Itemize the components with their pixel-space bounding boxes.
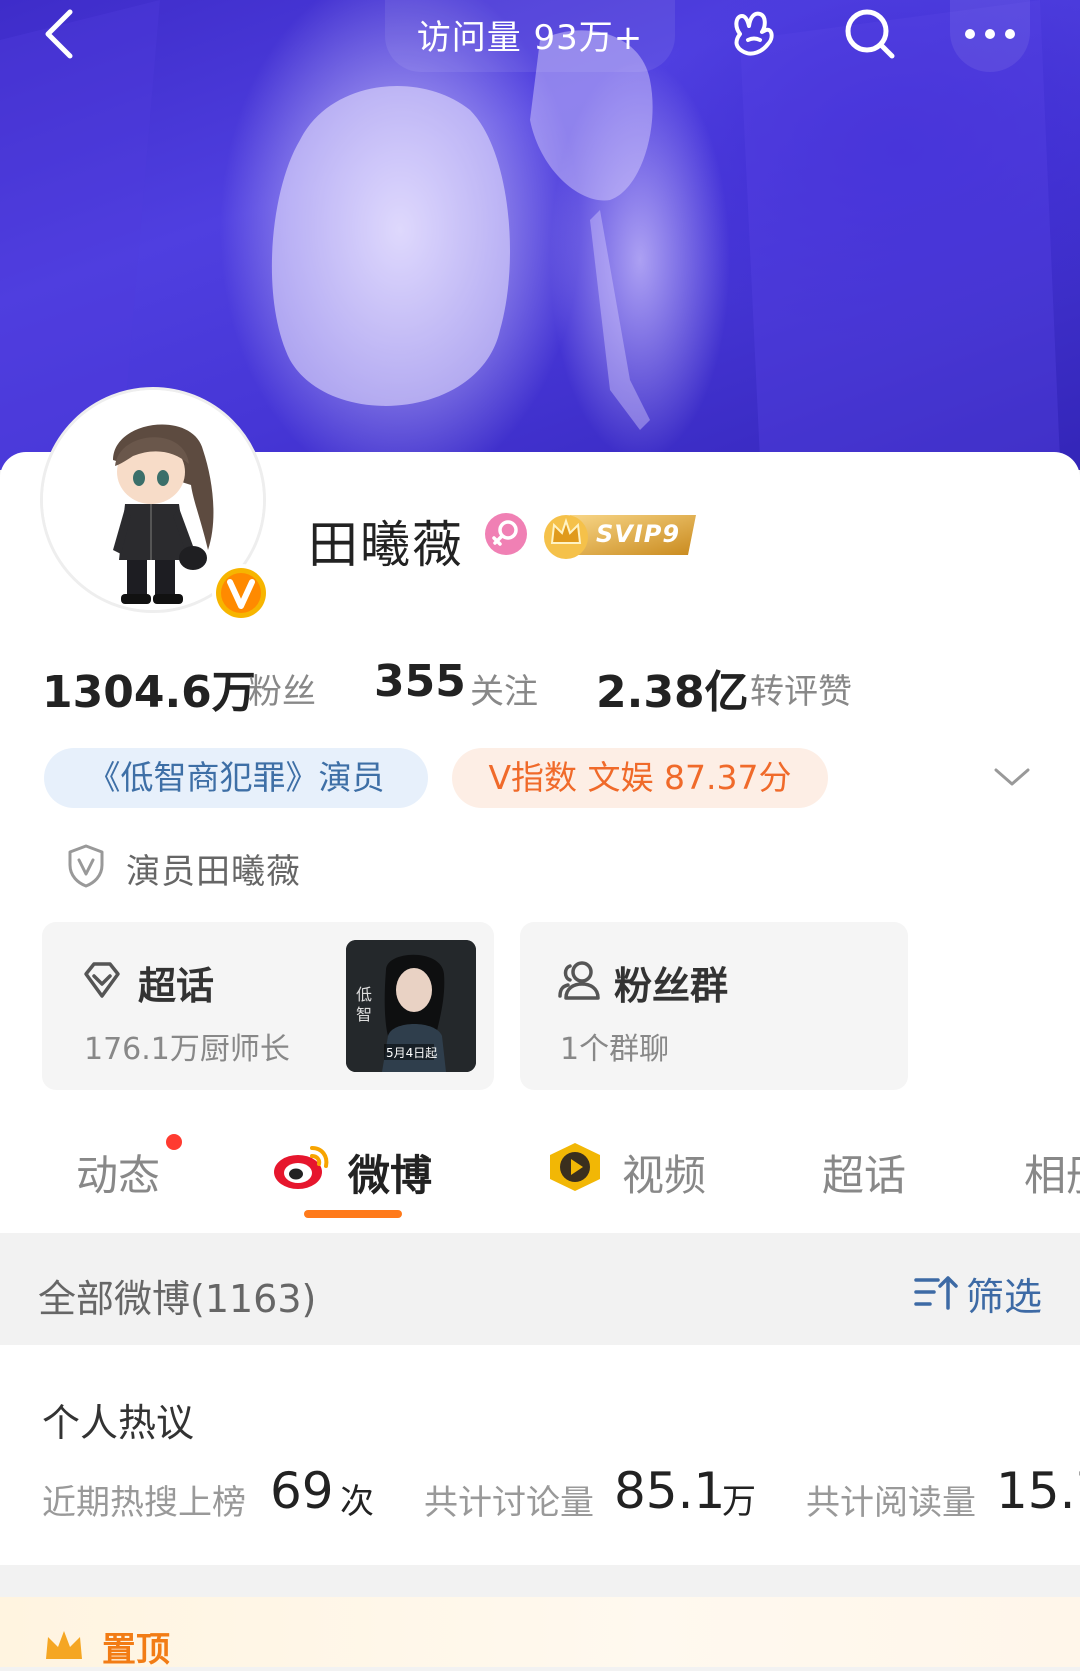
svg-text:智: 智 — [356, 1005, 372, 1024]
fans-group-icon — [558, 961, 600, 1000]
crown-pin-icon — [46, 1631, 82, 1659]
following-count[interactable]: 355 — [374, 656, 466, 707]
likes-count: 2.38亿 — [596, 667, 749, 718]
weibo-logo-icon — [274, 1146, 329, 1189]
pray-hand-icon[interactable] — [722, 4, 782, 64]
fans-count[interactable]: 1304.6万 — [42, 656, 256, 720]
user-name: 田曦薇 — [308, 516, 464, 574]
following-label[interactable]: 关注 — [470, 664, 538, 713]
svg-text:低: 低 — [356, 985, 372, 1004]
chaohua-sub: 176.1万厨师长 — [84, 1032, 290, 1067]
hot-discussion-section — [0, 1345, 1080, 1565]
tab-weibo[interactable]: 微博 — [348, 1142, 432, 1203]
tab-video[interactable]: 视频 — [622, 1142, 706, 1203]
role-tag[interactable]: 《低智商犯罪》演员 — [44, 748, 428, 808]
hot-search-unit: 次 — [340, 1482, 374, 1522]
vindex-tag[interactable]: V指数 文娱 87.37分 — [452, 748, 828, 808]
read-label: 共计阅读量 — [806, 1483, 976, 1523]
fans-group-title: 粉丝群 — [614, 964, 729, 1008]
female-icon — [485, 513, 527, 555]
fans-group-sub: 1个群聊 — [560, 1032, 670, 1067]
chaohua-title: 超话 — [138, 964, 215, 1008]
svip-level: SVIP9 — [596, 520, 681, 548]
likes-label: 转评赞 — [750, 672, 852, 712]
back-icon[interactable] — [34, 4, 90, 64]
unread-dot — [166, 1134, 182, 1150]
fans-label[interactable]: 粉丝 — [248, 664, 316, 713]
shield-v-icon — [68, 844, 104, 888]
tab-album[interactable]: 相册 — [1024, 1142, 1080, 1203]
pinned-label: 置顶 — [102, 1630, 170, 1670]
hot-search-label: 近期热搜上榜 — [42, 1483, 246, 1523]
tab-chaohua[interactable]: 超话 — [822, 1142, 906, 1203]
video-logo-icon — [550, 1143, 600, 1191]
verification-text: 演员田曦薇 — [126, 852, 301, 892]
filter-sort-icon[interactable] — [914, 1272, 958, 1312]
svg-text:5月4日起: 5月4日起 — [386, 1046, 437, 1060]
all-weibo-count: 全部微博(1163) — [38, 1277, 317, 1321]
visit-count: 访问量 93万+ — [416, 18, 644, 58]
filter-button[interactable]: 筛选 — [966, 1266, 1042, 1321]
read-count: 15.7 — [996, 1462, 1080, 1520]
chaohua-diamond-icon — [84, 962, 120, 998]
chevron-down-icon[interactable] — [992, 762, 1032, 792]
hot-title: 个人热议 — [42, 1401, 195, 1445]
discuss-unit: 万 — [722, 1482, 756, 1522]
discuss-count: 85.1 — [614, 1462, 726, 1520]
more-icon[interactable] — [960, 4, 1020, 64]
search-icon[interactable] — [840, 4, 900, 64]
chaohua-poster-image: 低 智 5月4日起 — [346, 940, 476, 1072]
active-tab-underline — [304, 1210, 402, 1218]
discuss-label: 共计讨论量 — [424, 1483, 594, 1523]
verified-badge-icon — [212, 564, 270, 622]
hot-search-count: 69 — [270, 1462, 334, 1520]
tab-dongtai[interactable]: 动态 — [76, 1142, 160, 1203]
top-bar: 访问量 93万+ — [0, 0, 1080, 72]
